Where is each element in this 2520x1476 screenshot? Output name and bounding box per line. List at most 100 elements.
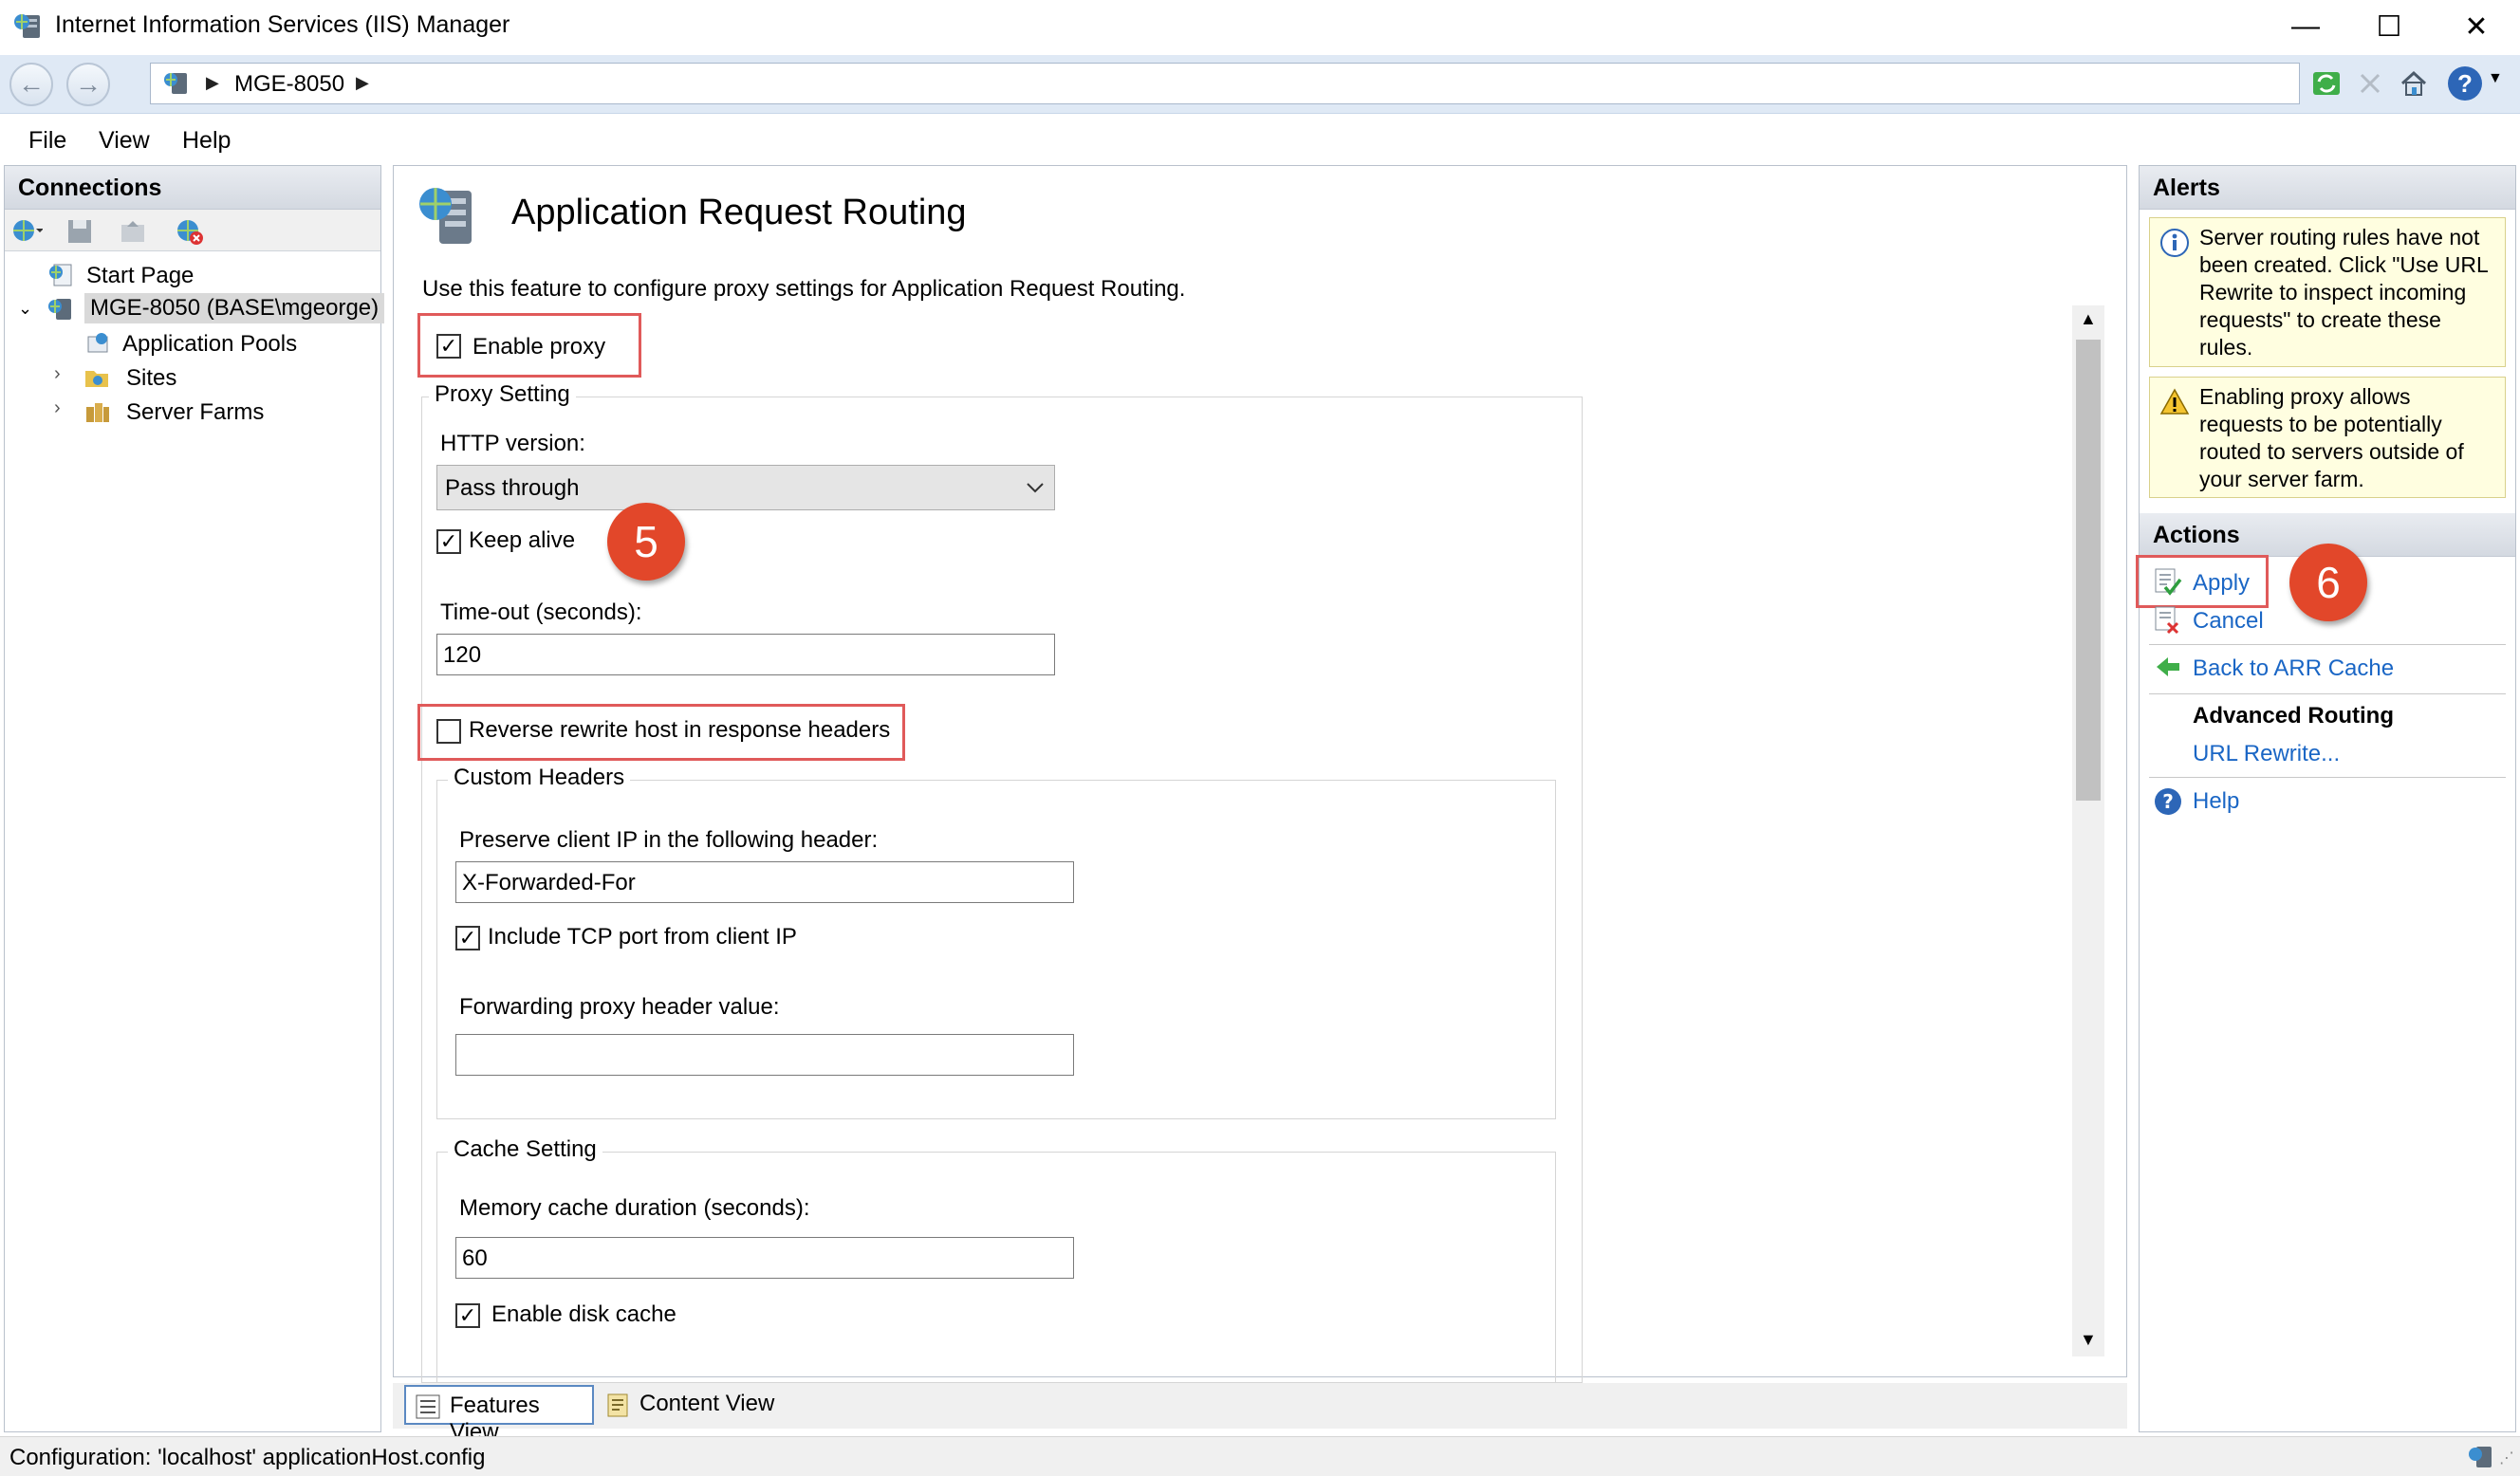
actions-divider — [2149, 644, 2506, 645]
up-level-icon[interactable] — [119, 217, 147, 246]
content-scrollbar[interactable]: ▲ ▼ — [2072, 305, 2104, 1356]
content-view-icon — [607, 1393, 628, 1417]
back-arrow-icon — [2157, 657, 2179, 676]
forwarding-proxy-input[interactable] — [455, 1034, 1074, 1076]
scroll-down-icon[interactable]: ▼ — [2080, 1330, 2097, 1350]
alert-info-text: Server routing rules have not been creat… — [2199, 225, 2488, 360]
status-bar: Configuration: 'localhost' applicationHo… — [0, 1436, 2520, 1476]
forwarding-proxy-label: Forwarding proxy header value: — [459, 994, 780, 1020]
forward-button[interactable]: → — [66, 63, 110, 106]
title-bar: Internet Information Services (IIS) Mana… — [0, 0, 2520, 53]
expand-chevron-icon[interactable]: › — [54, 363, 61, 385]
breadcrumb-separator-icon: ▶ — [206, 73, 219, 92]
url-rewrite-link[interactable]: URL Rewrite... — [2193, 741, 2340, 767]
keep-alive-checkbox[interactable]: ✓ — [436, 529, 461, 554]
help-link[interactable]: Help — [2193, 788, 2239, 815]
enable-proxy-label: Enable proxy — [472, 334, 606, 360]
tree-item-start-page[interactable]: Start Page — [86, 263, 194, 289]
chevron-down-icon — [1027, 483, 1044, 493]
actions-divider — [2149, 693, 2506, 694]
server-icon — [48, 299, 71, 320]
preserve-ip-label: Preserve client IP in the following head… — [459, 827, 879, 853]
menu-help[interactable]: Help — [182, 127, 231, 155]
server-icon — [164, 73, 187, 94]
connections-panel: Connections Start Page ⌄ MGE-8050 (BASE\… — [4, 165, 385, 1432]
custom-headers-title: Custom Headers — [448, 765, 631, 791]
proxy-setting-title: Proxy Setting — [429, 381, 576, 408]
status-text: Configuration: 'localhost' applicationHo… — [9, 1445, 486, 1470]
refresh-icon[interactable] — [2309, 66, 2344, 101]
http-version-value: Pass through — [445, 475, 580, 501]
menu-view[interactable]: View — [99, 127, 150, 155]
scroll-up-icon[interactable]: ▲ — [2080, 309, 2097, 329]
help-icon: ? — [2155, 788, 2181, 815]
close-button[interactable]: ✕ — [2433, 0, 2520, 53]
breadcrumb[interactable]: ▶ MGE-8050 ▶ — [150, 63, 2300, 104]
memory-cache-input[interactable]: 60 — [455, 1237, 1074, 1279]
tree-item-sites[interactable]: Sites — [126, 365, 176, 392]
breadcrumb-server[interactable]: MGE-8050 — [234, 71, 344, 98]
apply-link[interactable]: Apply — [2193, 570, 2250, 597]
apply-icon — [2155, 568, 2182, 596]
maximize-button[interactable]: ☐ — [2345, 0, 2433, 53]
include-tcp-checkbox[interactable]: ✓ — [455, 926, 480, 950]
tab-content-view[interactable]: Content View — [596, 1385, 786, 1425]
tree-item-application-pools[interactable]: Application Pools — [122, 331, 297, 358]
sites-folder-icon — [85, 371, 108, 387]
actions-divider — [2149, 777, 2506, 778]
keep-alive-label: Keep alive — [469, 527, 576, 553]
alert-warning: Enabling proxy allows requests to be pot… — [2149, 377, 2506, 498]
back-button[interactable]: ← — [9, 63, 53, 106]
connections-tree: Start Page ⌄ MGE-8050 (BASE\mgeorge) App… — [5, 257, 385, 1424]
preserve-ip-input[interactable]: X-Forwarded-For — [455, 861, 1074, 903]
right-panel: Alerts Server routing rules have not bee… — [2136, 165, 2516, 1432]
scrollbar-thumb[interactable] — [2076, 340, 2101, 801]
connect-globe-icon[interactable] — [10, 215, 43, 246]
timeout-input[interactable]: 120 — [436, 634, 1055, 675]
back-to-arr-cache-link[interactable]: Back to ARR Cache — [2193, 655, 2394, 682]
content-view-label: Content View — [639, 1391, 775, 1416]
application-pools-icon — [87, 333, 108, 353]
disk-cache-label: Enable disk cache — [491, 1301, 676, 1327]
features-view-icon — [416, 1394, 440, 1419]
connections-toolbar — [5, 210, 380, 251]
step-6-badge: 6 — [2289, 544, 2367, 621]
svg-text:?: ? — [2162, 790, 2174, 813]
help-icon[interactable]: ? — [2448, 66, 2482, 101]
breadcrumb-separator-icon[interactable]: ▶ — [356, 73, 369, 93]
alert-info: Server routing rules have not been creat… — [2149, 217, 2506, 367]
disk-cache-checkbox[interactable]: ✓ — [455, 1303, 480, 1328]
home-icon[interactable] — [2397, 66, 2431, 101]
window-title: Internet Information Services (IIS) Mana… — [55, 11, 510, 38]
page-title: Application Request Routing — [511, 193, 967, 232]
address-bar: ← → ▶ MGE-8050 ▶ ? ▼ — [0, 55, 2520, 114]
feature-description: Use this feature to configure proxy sett… — [422, 276, 1186, 302]
tree-item-server-farms[interactable]: Server Farms — [126, 399, 264, 426]
tab-features-view[interactable]: Features View — [404, 1385, 594, 1445]
save-icon[interactable] — [65, 217, 94, 246]
menu-bar: File View Help — [0, 116, 2520, 163]
help-dropdown-icon[interactable]: ▼ — [2488, 70, 2503, 87]
menu-file[interactable]: File — [28, 127, 66, 155]
server-status-icon — [2469, 1447, 2492, 1467]
tree-item-server[interactable]: MGE-8050 (BASE\mgeorge) — [84, 293, 385, 323]
cancel-link[interactable]: Cancel — [2193, 608, 2264, 635]
expand-chevron-icon[interactable]: › — [54, 397, 61, 419]
reverse-rewrite-checkbox[interactable] — [436, 719, 461, 744]
collapse-chevron-icon[interactable]: ⌄ — [18, 299, 32, 319]
resize-grip-icon[interactable]: ⋰ — [2499, 1448, 2514, 1467]
server-farms-icon — [86, 403, 109, 422]
enable-proxy-checkbox[interactable]: ✓ — [436, 334, 461, 359]
http-version-select[interactable]: Pass through — [436, 465, 1055, 510]
memory-cache-label: Memory cache duration (seconds): — [459, 1195, 810, 1221]
disconnect-icon[interactable] — [174, 215, 206, 248]
iis-app-icon — [14, 14, 40, 38]
advanced-routing-heading: Advanced Routing — [2193, 703, 2395, 729]
connections-header: Connections — [5, 166, 380, 210]
view-tabs: Features View Content View — [393, 1383, 2127, 1445]
include-tcp-label: Include TCP port from client IP — [488, 924, 797, 950]
stop-icon[interactable] — [2353, 66, 2387, 101]
start-page-icon — [49, 264, 72, 286]
minimize-button[interactable]: — — [2262, 0, 2349, 53]
info-icon — [2160, 229, 2189, 257]
